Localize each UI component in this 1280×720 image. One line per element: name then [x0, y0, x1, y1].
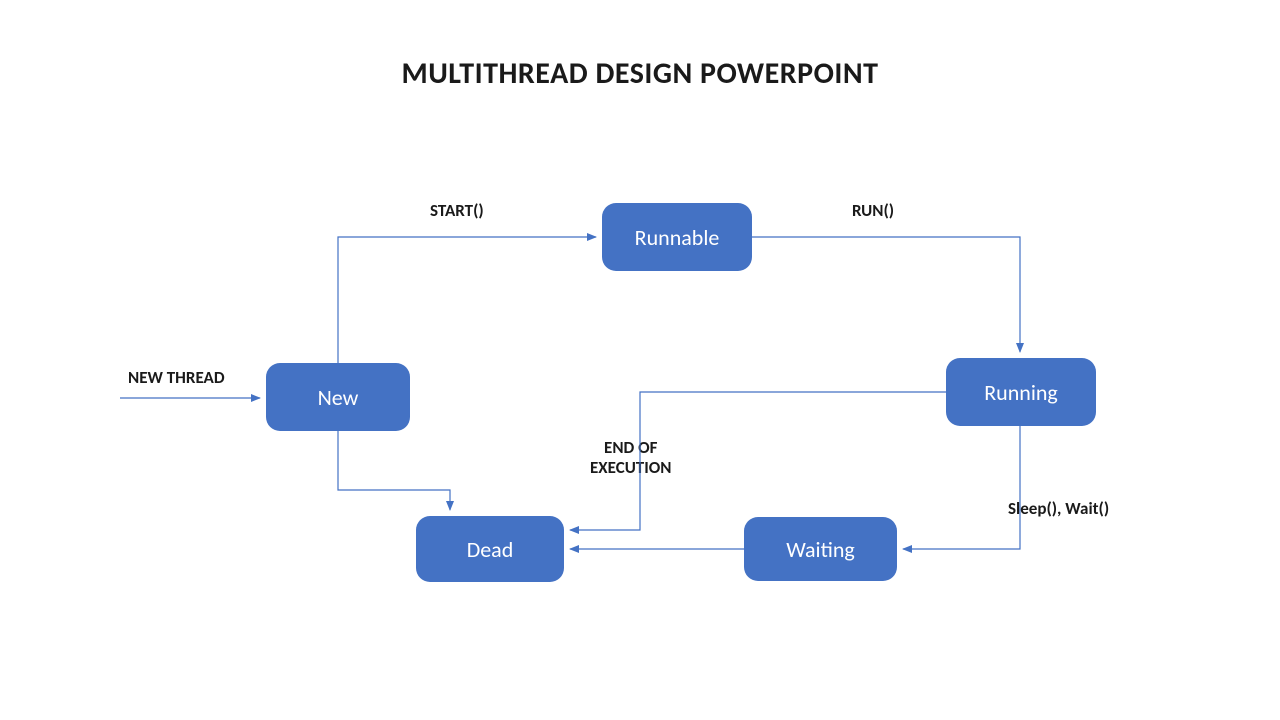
- page-title: MULTITHREAD DESIGN POWERPOINT: [0, 55, 1280, 92]
- arrow-new-to-dead: [338, 431, 450, 510]
- label-eoe-l2: EXECUTION: [590, 457, 671, 478]
- label-end-of-execution: END OF EXECUTION: [590, 438, 671, 477]
- state-runnable-label: Runnable: [635, 224, 720, 251]
- label-start: START(): [430, 200, 484, 221]
- state-new-label: New: [318, 384, 359, 411]
- label-sleep-wait: Sleep(), Wait(): [1008, 498, 1109, 519]
- label-eoe-l1: END OF: [604, 437, 657, 458]
- arrow-new-to-runnable: [338, 237, 596, 363]
- state-dead-label: Dead: [467, 536, 514, 563]
- state-running-label: Running: [984, 379, 1058, 406]
- label-new-thread: NEW THREAD: [128, 367, 225, 388]
- state-dead: Dead: [416, 516, 564, 582]
- state-new: New: [266, 363, 410, 431]
- state-waiting-label: Waiting: [786, 536, 855, 563]
- arrow-running-to-waiting: [903, 426, 1020, 549]
- arrow-runnable-to-running: [752, 237, 1020, 352]
- label-run: RUN(): [852, 200, 894, 221]
- state-running: Running: [946, 358, 1096, 426]
- state-waiting: Waiting: [744, 517, 897, 581]
- state-runnable: Runnable: [602, 203, 752, 271]
